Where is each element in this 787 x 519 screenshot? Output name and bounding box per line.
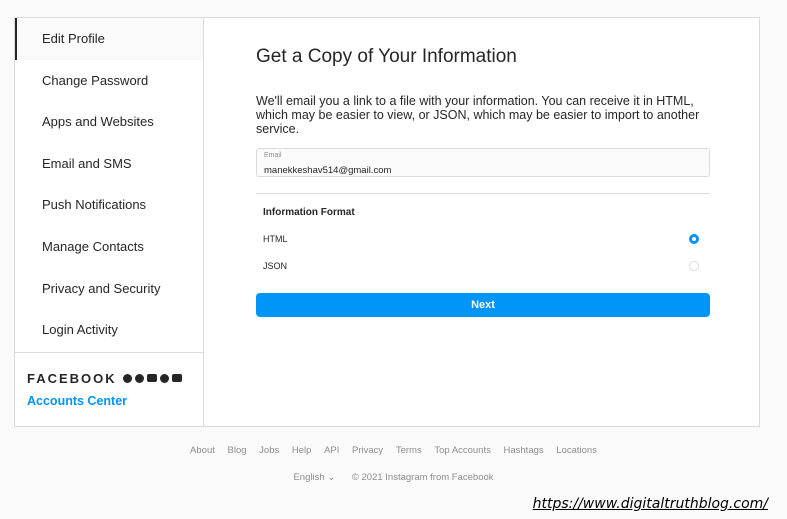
- sidebar-item-label: Change Password: [42, 72, 149, 88]
- footer-link-privacy[interactable]: Privacy: [352, 445, 383, 456]
- sidebar-item-apps-and-websites[interactable]: Apps and Websites: [15, 101, 203, 143]
- sidebar-item-change-password[interactable]: Change Password: [15, 60, 203, 102]
- sidebar-item-label: Apps and Websites: [42, 114, 154, 130]
- footer-link-top-accounts[interactable]: Top Accounts: [434, 445, 491, 456]
- footer-link-hashtags[interactable]: Hashtags: [504, 445, 544, 456]
- footer-links: About Blog Jobs Help API Privacy Terms T…: [0, 445, 787, 456]
- footer-link-locations[interactable]: Locations: [556, 445, 597, 456]
- sidebar-item-push-notifications[interactable]: Push Notifications: [15, 184, 203, 226]
- messenger-icon: [134, 374, 144, 383]
- sidebar-item-email-and-sms[interactable]: Email and SMS: [15, 143, 203, 185]
- sidebar-item-privacy-and-security[interactable]: Privacy and Security: [15, 268, 203, 310]
- footer-link-help[interactable]: Help: [292, 445, 312, 456]
- page-description: We'll email you a link to a file with yo…: [256, 94, 700, 136]
- information-format-heading: Information Format: [263, 207, 355, 218]
- whatsapp-icon: [159, 374, 169, 383]
- footer-link-jobs[interactable]: Jobs: [259, 445, 279, 456]
- format-option-label: HTML: [263, 233, 288, 244]
- next-button[interactable]: Next: [256, 293, 710, 317]
- footer-link-blog[interactable]: Blog: [228, 445, 247, 456]
- sidebar-item-label: Email and SMS: [42, 155, 132, 171]
- sidebar-item-label: Privacy and Security: [42, 280, 161, 296]
- format-option-json[interactable]: JSON: [263, 252, 710, 279]
- sidebar-item-login-activity[interactable]: Login Activity: [15, 309, 203, 351]
- sidebar-item-manage-contacts[interactable]: Manage Contacts: [15, 226, 203, 268]
- instagram-icon: [146, 374, 157, 382]
- sidebar-item-label: Manage Contacts: [42, 238, 144, 254]
- footer-link-terms[interactable]: Terms: [396, 445, 422, 456]
- format-option-label: JSON: [263, 260, 288, 271]
- footer-link-api[interactable]: API: [324, 445, 339, 456]
- meta-app-icons: [122, 374, 182, 383]
- sidebar-item-label: Push Notifications: [42, 197, 147, 213]
- facebook-brand-row: FACEBOOK: [27, 371, 203, 386]
- sidebar-item-edit-profile[interactable]: Edit Profile: [15, 18, 203, 60]
- copyright-text: © 2021 Instagram from Facebook: [351, 472, 494, 483]
- json-radio[interactable]: [689, 260, 699, 271]
- settings-sidebar: Edit Profile Change Password Apps and We…: [15, 18, 204, 426]
- email-label: Email: [264, 152, 282, 159]
- settings-card: Edit Profile Change Password Apps and We…: [14, 17, 760, 427]
- format-option-html[interactable]: HTML: [263, 225, 710, 252]
- watermark-url: https://www.digitaltruthblog.com/: [532, 496, 768, 512]
- sidebar-footer: FACEBOOK Accounts Center: [15, 352, 203, 408]
- language-selector[interactable]: English ⌄: [293, 472, 335, 483]
- footer-link-about[interactable]: About: [190, 445, 215, 456]
- page-title: Get a Copy of Your Information: [256, 46, 517, 67]
- divider: [256, 193, 710, 194]
- sidebar-item-label: Edit Profile: [42, 31, 105, 46]
- sidebar-item-label: Login Activity: [42, 322, 118, 338]
- sidebar-nav: Edit Profile Change Password Apps and We…: [15, 18, 203, 351]
- email-input[interactable]: [264, 165, 702, 176]
- footer-bottom: English ⌄ © 2021 Instagram from Facebook: [0, 472, 787, 483]
- email-field[interactable]: Email: [256, 148, 710, 177]
- main-content: Get a Copy of Your Information We'll ema…: [256, 18, 710, 317]
- facebook-wordmark: FACEBOOK: [27, 371, 117, 386]
- accounts-center-link[interactable]: Accounts Center: [27, 394, 203, 408]
- facebook-icon: [122, 374, 132, 383]
- portal-icon: [171, 374, 182, 382]
- html-radio[interactable]: [689, 233, 699, 244]
